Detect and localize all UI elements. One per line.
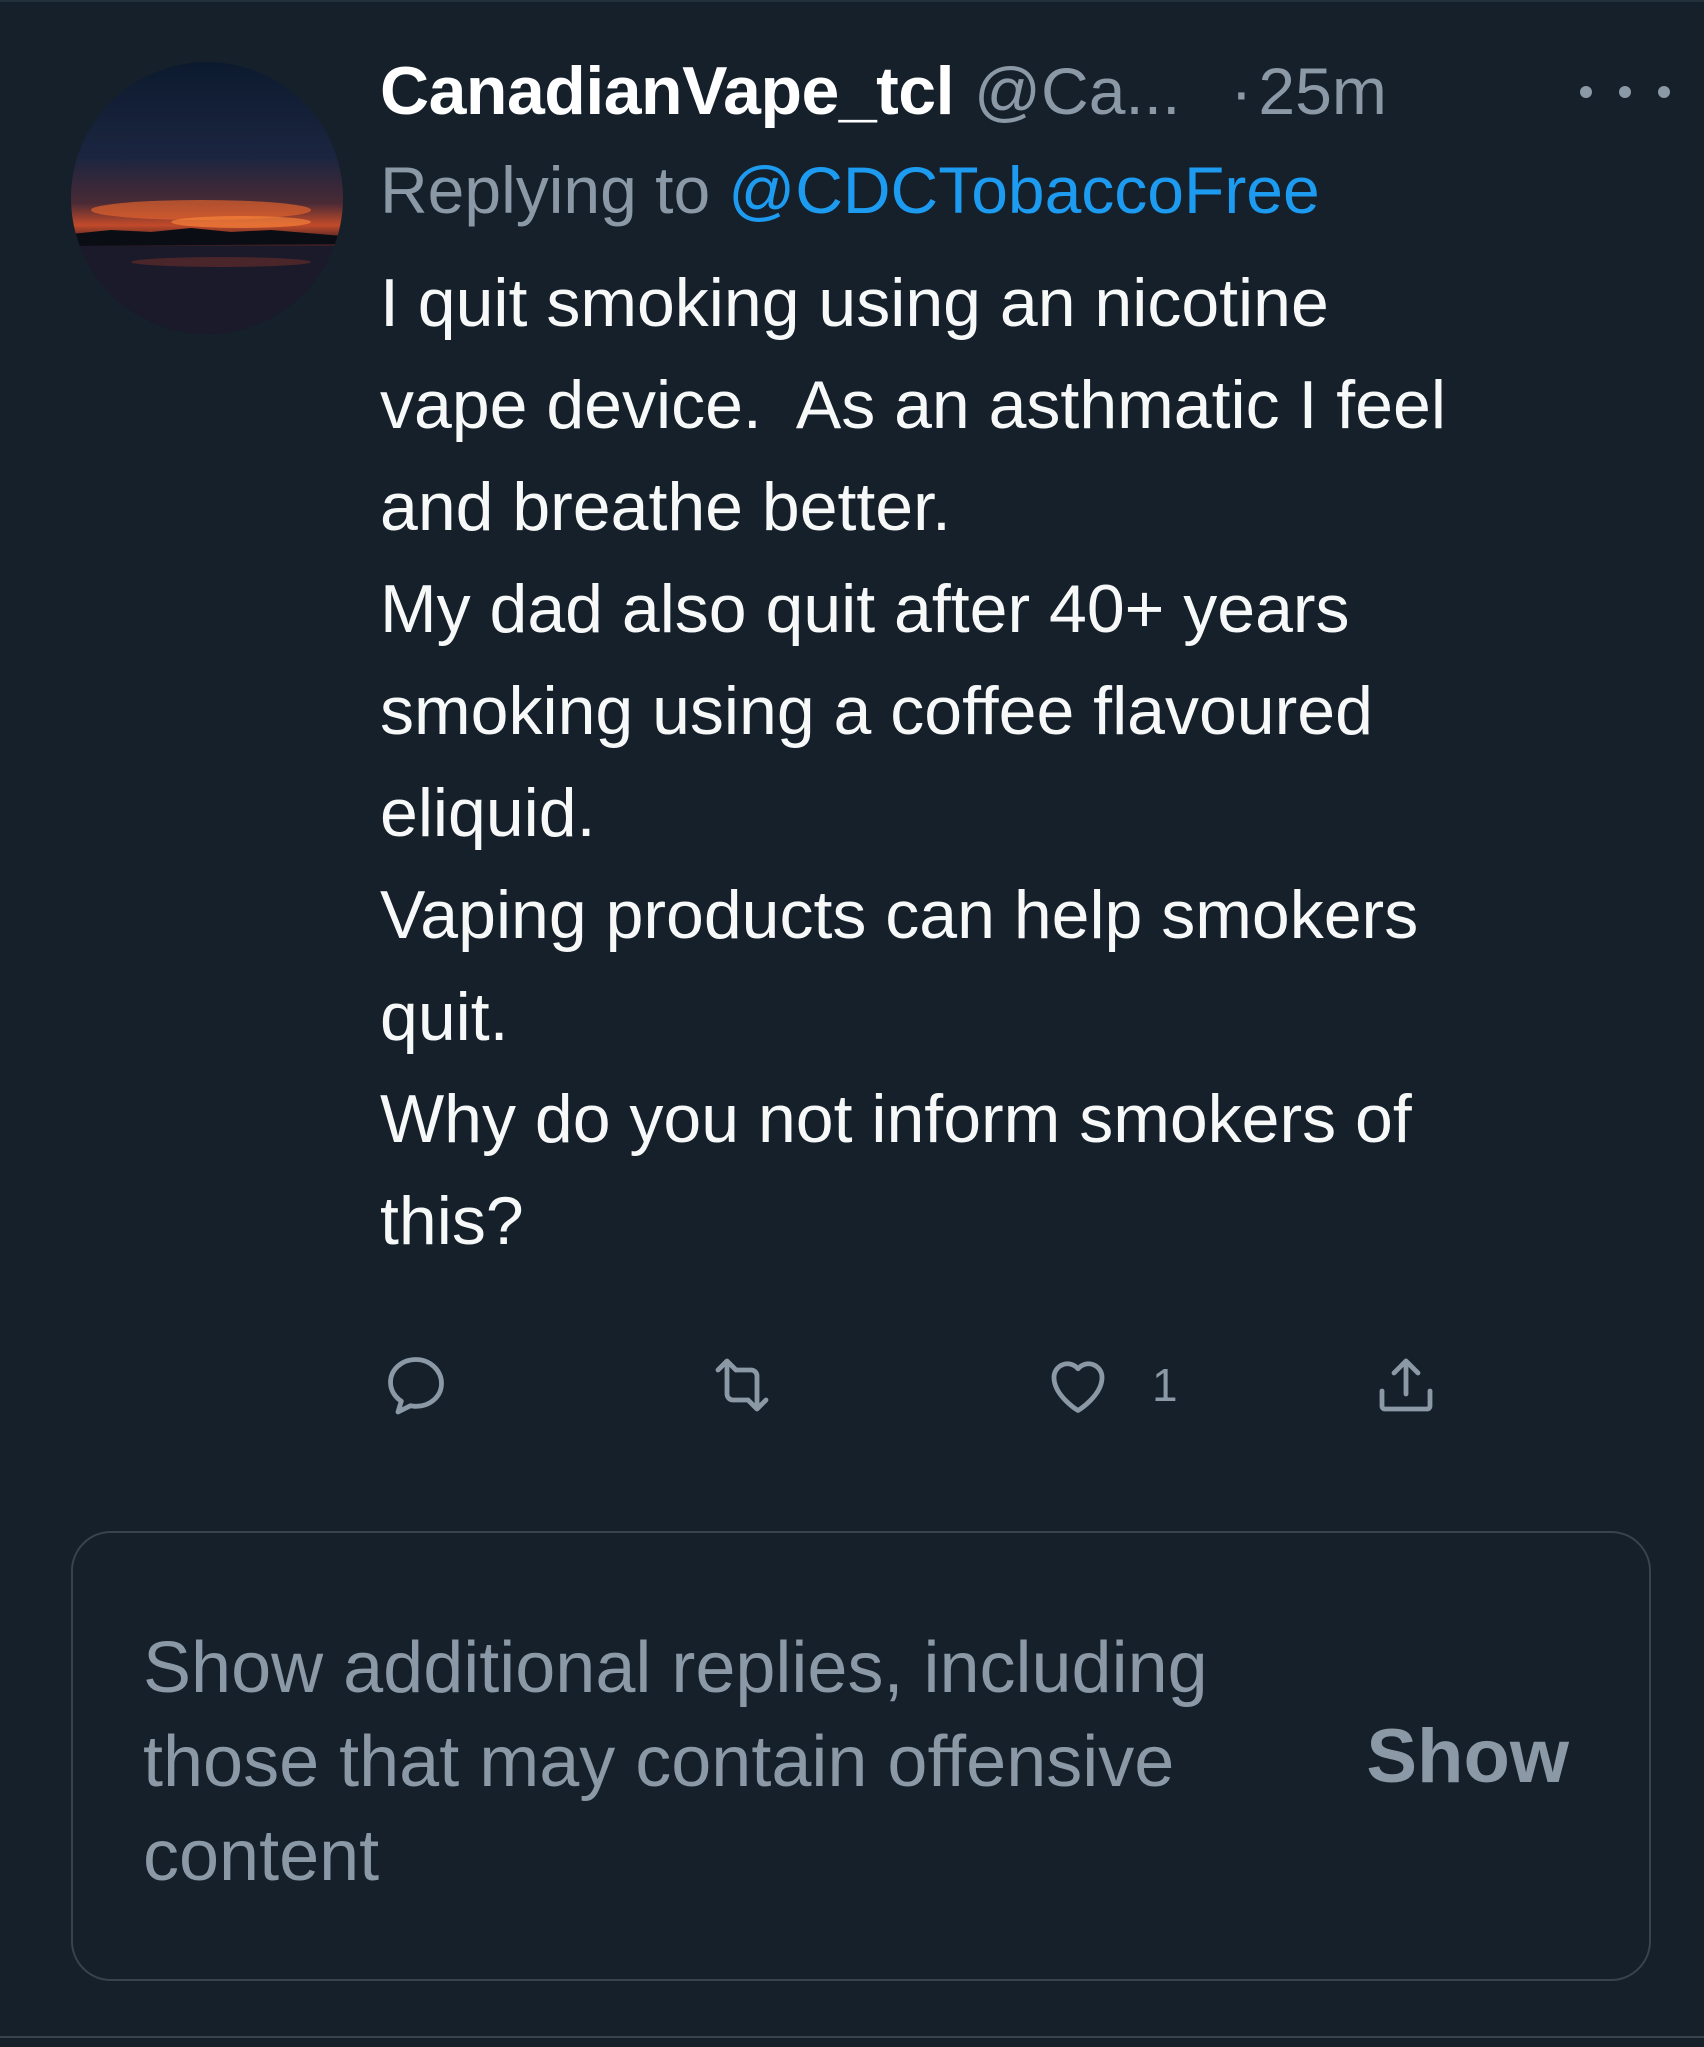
like-button[interactable]: 1 (1042, 1345, 1178, 1425)
reply-to-mention-link[interactable]: @CDCTobaccoFree (728, 153, 1320, 227)
reply-button[interactable] (380, 1345, 452, 1425)
tweet-header: CanadianVape_tcl @Ca... · 25m (380, 52, 1640, 144)
show-additional-replies-button[interactable]: Show (1366, 1713, 1569, 1800)
additional-replies-text: Show additional replies, including those… (143, 1628, 1208, 1896)
user-handle[interactable]: @Ca... (974, 53, 1180, 129)
replying-to: Replying to @CDCTobaccoFree (380, 152, 1640, 228)
share-icon (1379, 1358, 1433, 1412)
share-button[interactable] (1370, 1345, 1442, 1425)
retweet-icon (715, 1358, 769, 1412)
replying-to-label: Replying to (380, 153, 711, 227)
retweet-button[interactable] (702, 1345, 782, 1425)
top-divider (0, 0, 1704, 2)
heart-icon (1051, 1361, 1105, 1413)
more-icon-dot (1658, 86, 1670, 98)
bottom-divider (0, 2036, 1704, 2038)
tweet-content: CanadianVape_tcl @Ca... · 25m Replying t… (380, 52, 1640, 1272)
tweet-text: I quit smoking using an nicotine vape de… (380, 265, 1446, 1259)
tweet-actions: 1 (380, 1345, 1460, 1425)
additional-replies-panel: Show additional replies, including those… (71, 1531, 1651, 1981)
display-name[interactable]: CanadianVape_tcl (380, 52, 955, 130)
more-icon (1580, 86, 1592, 98)
like-count: 1 (1152, 1359, 1178, 1411)
more-icon-dot (1619, 86, 1631, 98)
reply-icon (388, 1357, 444, 1415)
timestamp[interactable]: 25m (1258, 53, 1386, 129)
avatar[interactable] (71, 62, 343, 334)
separator-dot: · (1230, 54, 1253, 128)
more-options-button[interactable] (1580, 72, 1670, 112)
avatar-sunset-image (71, 62, 343, 334)
